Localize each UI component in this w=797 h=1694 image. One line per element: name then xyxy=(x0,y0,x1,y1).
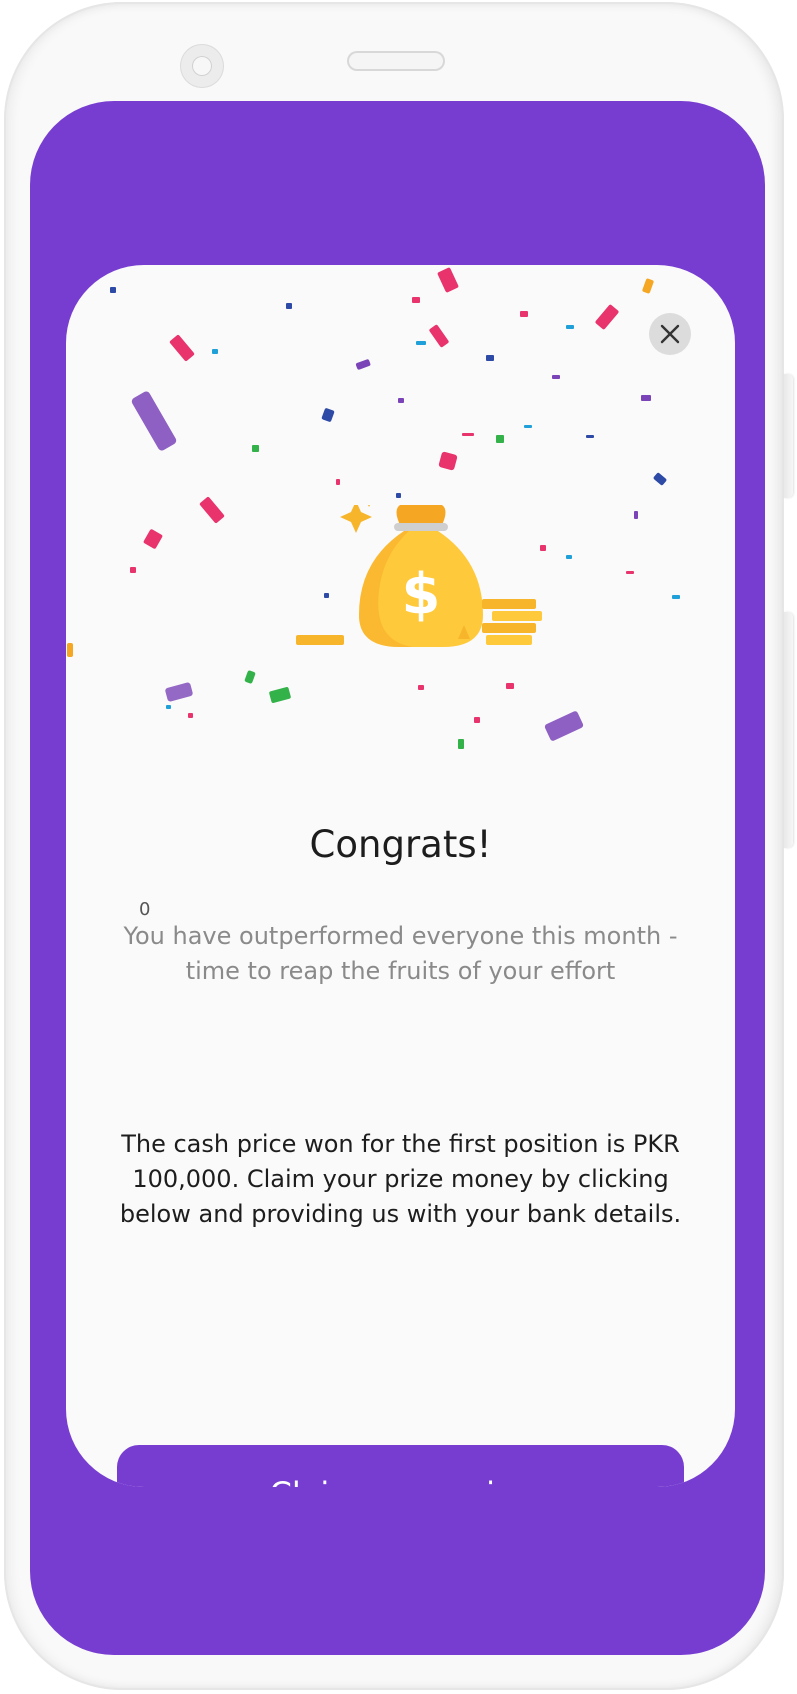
dialog-subtitle: You have outperformed everyone this mont… xyxy=(123,922,678,985)
claim-prize-button[interactable]: Claim your prize xyxy=(117,1445,684,1487)
dialog-title: Congrats! xyxy=(309,823,492,866)
phone-frame: $ Congrats! 0 You have outperformed ever… xyxy=(4,2,793,1690)
side-button-lower xyxy=(784,612,793,848)
close-icon xyxy=(660,324,680,344)
close-button[interactable] xyxy=(649,313,691,355)
side-button-upper xyxy=(784,374,793,498)
money-bag-icon: $ xyxy=(296,505,542,647)
counter-text: 0 xyxy=(139,899,151,920)
svg-text:$: $ xyxy=(402,562,441,627)
prize-description: The cash price won for the first positio… xyxy=(119,1130,682,1228)
prize-dialog: $ Congrats! 0 You have outperformed ever… xyxy=(66,265,735,1487)
earpiece-speaker xyxy=(347,51,445,71)
app-screen: $ Congrats! 0 You have outperformed ever… xyxy=(30,101,765,1655)
front-camera xyxy=(180,44,224,88)
